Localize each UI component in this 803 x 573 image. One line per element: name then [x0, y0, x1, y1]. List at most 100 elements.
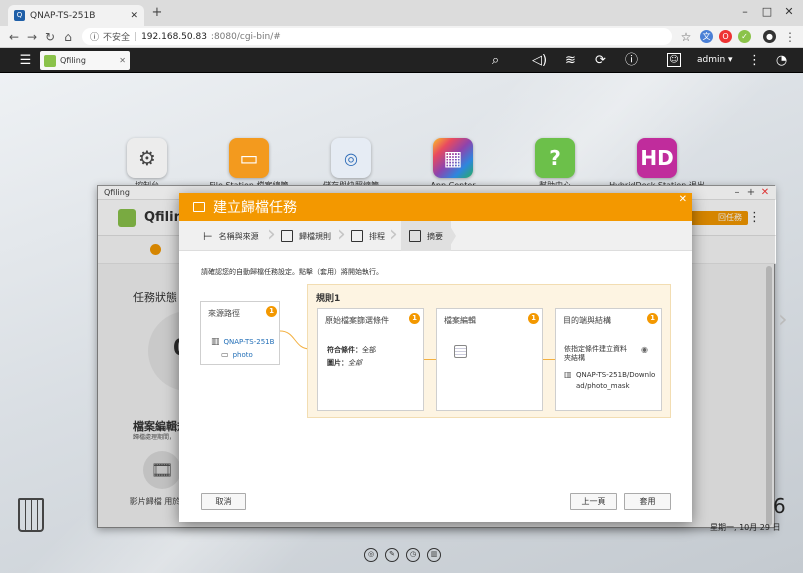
file-edit-card-badge: 1	[528, 313, 539, 324]
dock-icon-1[interactable]: ◎	[364, 548, 378, 562]
dock-icon-4[interactable]: ▥	[427, 548, 441, 562]
close-window-icon[interactable]: ✕	[779, 4, 799, 20]
main-menu-icon[interactable]: ☰	[17, 52, 34, 69]
destination-structure-card: 目的端與結構 1 依指定條件建立資料夾結構 ◉ ▥ QNAP-TS-251B/D…	[555, 308, 662, 411]
background-tasks-icon[interactable]: ≋	[562, 52, 579, 69]
url-bar[interactable]: ⓘ 不安全 | 192.168.50.83:8080/cgi-bin/#	[82, 28, 672, 45]
destination-card-badge: 1	[647, 313, 658, 324]
more-options-icon[interactable]: ⋮	[746, 52, 763, 69]
browser-tabbar: Q QNAP-TS-251B ✕ + – □ ✕	[0, 0, 803, 26]
storage-snapshots-icon[interactable]: ◎	[331, 138, 371, 178]
nas-target-icon: ▥	[564, 370, 572, 379]
window-maximize-icon[interactable]: +	[744, 186, 758, 200]
qfiling-tab-label: Qfiling	[60, 56, 86, 65]
step-label: 排程	[369, 231, 385, 241]
calendar-icon	[351, 230, 363, 242]
volume-icon[interactable]: ◁)	[531, 52, 548, 69]
back-icon[interactable]: ←	[6, 29, 22, 45]
notifications-icon[interactable]: ⓘ	[623, 52, 640, 69]
browser-tab[interactable]: Q QNAP-TS-251B ✕	[8, 5, 144, 26]
step-label: 摘要	[427, 231, 443, 241]
maximize-window-icon[interactable]: □	[757, 4, 777, 20]
profile-avatar-icon[interactable]: ●	[763, 30, 776, 43]
window-minimize-icon[interactable]: –	[730, 186, 744, 200]
browser-tab-title: QNAP-TS-251B	[30, 10, 96, 21]
source-path-badge: 1	[266, 306, 277, 317]
step-label: 歸檔規則	[299, 231, 331, 241]
step-archive-rules[interactable]: 歸檔規則	[281, 221, 331, 251]
filter-card-title: 原始檔案篩選條件	[325, 316, 389, 325]
qfiling-tab-icon	[44, 54, 56, 67]
browser-toolbar: ← → ↻ ⌂ ⓘ 不安全 | 192.168.50.83:8080/cgi-b…	[0, 26, 803, 48]
filter-image-label: 圖片：	[327, 359, 348, 367]
filter-card-badge: 1	[409, 313, 420, 324]
filter-image-value: 全部	[348, 359, 362, 367]
archive-box-icon	[193, 202, 205, 212]
search-icon[interactable]: ⌕	[487, 52, 504, 69]
destination-card-title: 目的端與結構	[563, 316, 611, 325]
user-icon[interactable]: ☺	[667, 53, 681, 67]
home-icon[interactable]: ⌂	[60, 29, 76, 45]
trash-icon[interactable]	[18, 498, 44, 532]
step-name-source[interactable]: ⊢ 名稱與來源	[203, 221, 259, 251]
dialog-header: 建立歸檔任務	[179, 193, 692, 221]
app-center-icon[interactable]: ▦	[433, 138, 473, 178]
step-label: 名稱與來源	[218, 231, 259, 241]
destination-structure-desc: 依指定條件建立資料夾結構	[564, 345, 627, 362]
dialog-title: 建立歸檔任務	[213, 200, 297, 216]
eye-icon[interactable]: ◉	[641, 345, 648, 354]
dock-icon-2[interactable]: ✎	[385, 548, 399, 562]
filter-match-value: 全部	[362, 346, 376, 354]
filter-conditions-card: 原始檔案篩選條件 1 符合條件：全部 圖片：全部	[317, 308, 424, 411]
dashboard-icon[interactable]: ◔	[773, 52, 790, 69]
qnap-favicon-icon: Q	[14, 10, 25, 21]
url-path: :8080/cgi-bin/#	[210, 31, 281, 42]
folder-icon: ▭	[221, 350, 229, 359]
url-host: 192.168.50.83	[141, 31, 207, 42]
dialog-close-icon[interactable]: ✕	[679, 194, 687, 205]
source-folder-name: photo	[232, 350, 253, 359]
clock-date: 星期一, 10月 29 日	[710, 523, 781, 532]
opera-extension-icon[interactable]: O	[719, 30, 732, 43]
source-path-card: 來源路徑 1 ▥ QNAP-TS-251B ▭ photo	[200, 301, 280, 365]
url-insecure-label: 不安全	[103, 33, 131, 43]
qts-topbar: ☰ Qfiling ✕ ⌕ ◁) ≋ ⟳ ⓘ ☺ admin ▾ ⋮ ◔	[0, 48, 803, 73]
reload-icon[interactable]: ↻	[42, 29, 58, 45]
step-schedule[interactable]: 排程	[351, 221, 385, 251]
forward-icon[interactable]: →	[24, 29, 40, 45]
create-archive-task-dialog: 建立歸檔任務 ✕ ⊢ 名稱與來源 › 歸檔規則 › 排程 › 摘要 請確認您的自…	[179, 193, 692, 522]
desktop-next-arrow-icon[interactable]: ›	[778, 305, 788, 333]
control-panel-icon[interactable]: ⚙	[127, 138, 167, 178]
external-device-icon[interactable]: ⟳	[592, 52, 609, 69]
user-menu[interactable]: admin ▾	[697, 55, 733, 65]
step-summary[interactable]: 摘要	[401, 221, 451, 251]
translate-extension-icon[interactable]: 文	[700, 30, 713, 43]
file-station-icon[interactable]: ▭	[229, 138, 269, 178]
qfiling-app-tab[interactable]: Qfiling ✕	[40, 51, 130, 70]
window-close-icon[interactable]: ✕	[758, 186, 772, 200]
check-extension-icon[interactable]: ✓	[738, 30, 751, 43]
tab-close-icon[interactable]: ✕	[130, 11, 138, 21]
rules-icon	[281, 230, 293, 242]
app-tab-close-icon[interactable]: ✕	[119, 56, 126, 65]
minimize-window-icon[interactable]: –	[735, 4, 755, 20]
tree-icon: ⊢	[203, 229, 213, 243]
cancel-button[interactable]: 取消	[201, 493, 246, 510]
help-center-icon[interactable]: ?	[535, 138, 575, 178]
browser-menu-icon[interactable]: ⋮	[782, 29, 798, 45]
file-edit-card-title: 檔案編輯	[444, 316, 476, 325]
previous-button[interactable]: 上一頁	[570, 493, 617, 510]
mosaic-icon	[454, 345, 467, 358]
dock-icon-3[interactable]: ◷	[406, 548, 420, 562]
new-tab-button[interactable]: +	[150, 6, 164, 20]
nas-icon: ▥	[211, 337, 220, 347]
source-connector	[280, 330, 310, 350]
apply-button[interactable]: 套用	[624, 493, 671, 510]
bookmark-star-icon[interactable]: ☆	[678, 29, 694, 45]
info-icon[interactable]: ⓘ	[90, 30, 99, 43]
clock-digit: 6	[773, 494, 786, 518]
wizard-steps: ⊢ 名稱與來源 › 歸檔規則 › 排程 › 摘要	[179, 221, 692, 251]
destination-path: QNAP-TS-251B/Download/photo_mask	[576, 371, 656, 390]
hybriddesk-station-icon[interactable]: HD	[637, 138, 677, 178]
source-path-title: 來源路徑	[208, 309, 240, 318]
